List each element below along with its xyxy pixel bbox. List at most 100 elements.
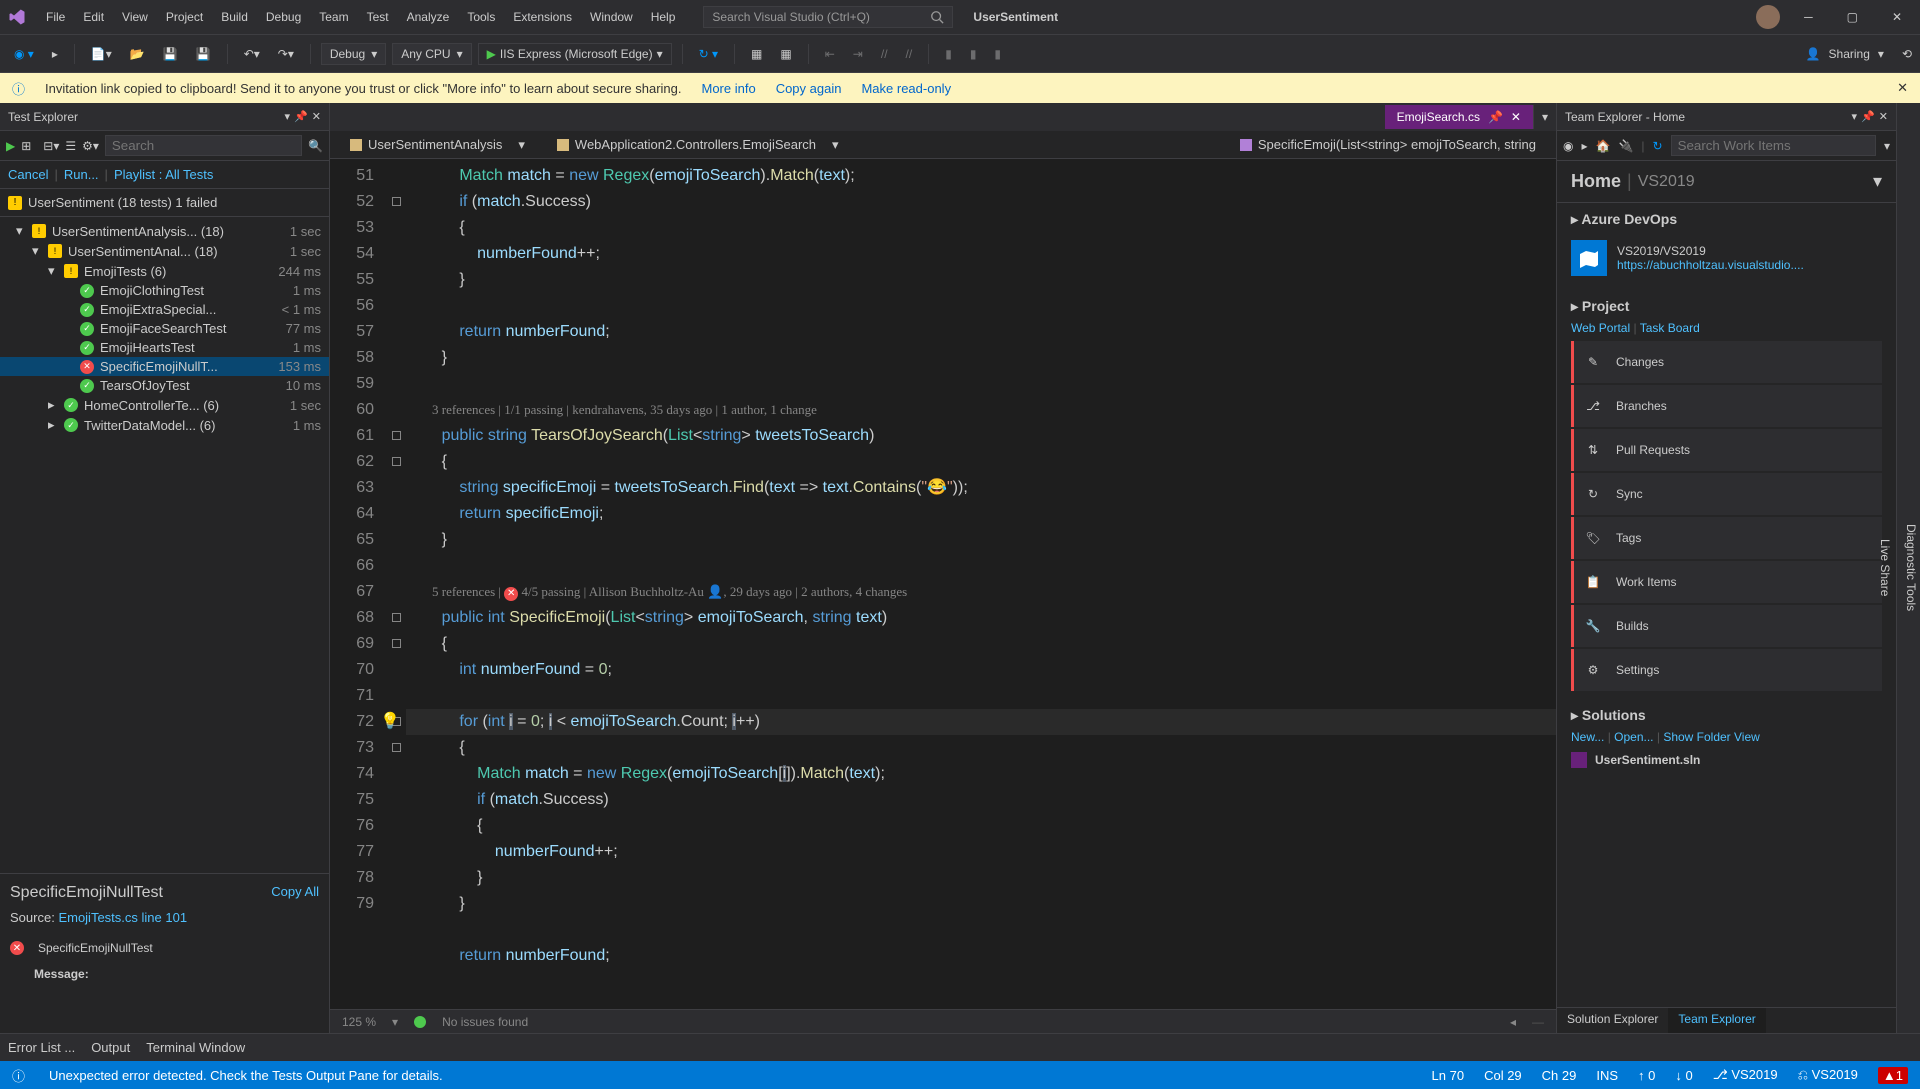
infobar-close-icon[interactable]: ✕ <box>1897 80 1908 96</box>
quick-search[interactable]: Search Visual Studio (Ctrl+Q) <box>703 6 953 28</box>
test-tree[interactable]: ▾!UserSentimentAnalysis... (18)1 sec▾!Us… <box>0 217 329 873</box>
test-row[interactable]: ▸✓HomeControllerTe... (6)1 sec <box>0 395 329 415</box>
indent-in-icon[interactable]: ⇥ <box>847 43 869 65</box>
te-tile-pull-requests[interactable]: ⇅Pull Requests <box>1571 429 1882 471</box>
status-ch[interactable]: Ch 29 <box>1542 1068 1577 1083</box>
maximize-button[interactable]: ▢ <box>1837 6 1868 28</box>
te-tile-settings[interactable]: ⚙Settings <box>1571 649 1882 691</box>
bookmark-icon[interactable]: ▮ <box>939 43 958 65</box>
status-branch[interactable]: ⎌ VS2019 <box>1798 1067 1858 1083</box>
source-link[interactable]: EmojiTests.cs line 101 <box>58 910 187 925</box>
te-refresh-icon[interactable]: ↻ <box>1653 139 1663 153</box>
uncomment-icon[interactable]: // <box>900 43 919 65</box>
zoom-level[interactable]: 125 % <box>342 1015 376 1029</box>
panel-close-icon[interactable]: ✕ <box>312 110 321 123</box>
terminal-tab[interactable]: Terminal Window <box>146 1040 245 1055</box>
panel-dropdown-icon[interactable]: ▾ <box>285 110 291 123</box>
test-row[interactable]: ✓EmojiClothingTest1 ms <box>0 281 329 300</box>
crumb-class[interactable]: WebApplication2.Controllers.EmojiSearch <box>549 135 824 154</box>
te-page-title[interactable]: Home | VS2019 ▾ <box>1557 161 1896 203</box>
test-row[interactable]: ✓EmojiHeartsTest1 ms <box>0 338 329 357</box>
sort-icon[interactable]: ☰ <box>65 139 76 153</box>
tool-icon-2[interactable]: ▦ <box>774 43 797 65</box>
web-portal-link[interactable]: Web Portal <box>1571 321 1630 335</box>
menu-view[interactable]: View <box>114 4 156 30</box>
te-tile-work-items[interactable]: 📋Work Items <box>1571 561 1882 603</box>
test-row[interactable]: ▸✓TwitterDataModel... (6)1 ms <box>0 415 329 435</box>
te-pin-icon[interactable]: 📌 <box>1861 110 1875 123</box>
solution-item[interactable]: UserSentiment.sln <box>1571 752 1882 768</box>
status-push[interactable]: ↑ 0 <box>1638 1068 1655 1083</box>
te-connect-icon[interactable]: 🔌 <box>1618 139 1633 153</box>
test-row[interactable]: ✕SpecificEmojiNullT...153 ms <box>0 357 329 376</box>
solutions-header[interactable]: ▸ Solutions <box>1571 707 1882 724</box>
te-tile-branches[interactable]: ⎇Branches <box>1571 385 1882 427</box>
comment-icon[interactable]: // <box>875 43 894 65</box>
menu-file[interactable]: File <box>38 4 73 30</box>
bookmark-prev-icon[interactable]: ▮ <box>964 43 983 65</box>
more-info-link[interactable]: More info <box>701 81 755 96</box>
run-all-icon[interactable]: ▶ <box>6 139 15 153</box>
te-tile-sync[interactable]: ↻Sync <box>1571 473 1882 515</box>
sharing-button[interactable]: Sharing <box>1829 47 1870 61</box>
te-fwd-icon[interactable]: ▸ <box>1581 139 1587 153</box>
bookmark-next-icon[interactable]: ▮ <box>988 43 1007 65</box>
indent-out-icon[interactable]: ⇤ <box>819 43 841 65</box>
te-back-icon[interactable]: ◉ <box>1563 139 1573 153</box>
crumb-project[interactable]: UserSentimentAnalysis <box>342 135 510 154</box>
status-col[interactable]: Col 29 <box>1484 1068 1522 1083</box>
org-url-link[interactable]: https://abuchholtzau.visualstudio.... <box>1617 258 1804 272</box>
run-icon[interactable]: ⊞ <box>21 139 31 153</box>
open-icon[interactable]: 📂 <box>124 43 151 65</box>
te-tile-changes[interactable]: ✎Changes <box>1571 341 1882 383</box>
te-org[interactable]: VS2019/VS2019 https://abuchholtzau.visua… <box>1571 234 1882 282</box>
make-readonly-link[interactable]: Make read-only <box>861 81 951 96</box>
save-icon[interactable]: 💾 <box>157 43 184 65</box>
search-go-icon[interactable]: 🔍 <box>308 139 323 153</box>
azure-header[interactable]: ▸ Azure DevOps <box>1571 211 1882 228</box>
notification-badge[interactable]: ▲1 <box>1878 1067 1908 1084</box>
undo-icon[interactable]: ↶▾ <box>238 43 266 65</box>
sharing-icon[interactable]: 👤 <box>1806 47 1821 61</box>
task-board-link[interactable]: Task Board <box>1640 321 1700 335</box>
tab-emojisearch[interactable]: EmojiSearch.cs 📌 ✕ <box>1385 105 1534 129</box>
new-item-icon[interactable]: 📄▾ <box>85 43 118 65</box>
tab-solution-explorer[interactable]: Solution Explorer <box>1557 1008 1668 1033</box>
nav-fwd-icon[interactable]: ▸ <box>46 43 64 65</box>
status-repo[interactable]: ⎇ VS2019 <box>1713 1067 1778 1083</box>
menu-test[interactable]: Test <box>359 4 397 30</box>
diagnostic-tools-tab[interactable]: Diagnostic Tools <box>1904 111 1918 1025</box>
tool-icon-1[interactable]: ▦ <box>745 43 768 65</box>
status-ln[interactable]: Ln 70 <box>1432 1068 1465 1083</box>
folder-view-link[interactable]: Show Folder View <box>1663 730 1760 744</box>
tab-overflow-icon[interactable]: ▾ <box>1534 110 1556 124</box>
menu-window[interactable]: Window <box>582 4 641 30</box>
te-search-input[interactable] <box>1671 135 1876 156</box>
crumb-method[interactable]: SpecificEmoji(List<string> emojiToSearch… <box>1232 135 1544 154</box>
test-row[interactable]: ✓EmojiExtraSpecial...< 1 ms <box>0 300 329 319</box>
output-tab[interactable]: Output <box>91 1040 130 1055</box>
menu-extensions[interactable]: Extensions <box>505 4 580 30</box>
test-row[interactable]: ✓EmojiFaceSearchTest77 ms <box>0 319 329 338</box>
menu-team[interactable]: Team <box>311 4 356 30</box>
menu-build[interactable]: Build <box>213 4 256 30</box>
nav-back-icon[interactable]: ◉ ▾ <box>8 43 40 65</box>
open-sln-link[interactable]: Open... <box>1614 730 1653 744</box>
test-search-input[interactable] <box>105 135 302 156</box>
menu-tools[interactable]: Tools <box>459 4 503 30</box>
liveshare-icon[interactable]: ⟲ <box>1902 47 1912 61</box>
platform-dropdown[interactable]: Any CPU▾ <box>392 43 471 65</box>
error-list-tab[interactable]: Error List ... <box>8 1040 75 1055</box>
status-ins[interactable]: INS <box>1596 1068 1618 1083</box>
group-icon[interactable]: ⊟▾ <box>43 139 59 153</box>
menu-analyze[interactable]: Analyze <box>399 4 458 30</box>
run-dropdown[interactable]: Run... <box>64 167 99 182</box>
run-button[interactable]: ▶IIS Express (Microsoft Edge)▾ <box>478 43 672 65</box>
menu-project[interactable]: Project <box>158 4 211 30</box>
tab-pin-icon[interactable]: 📌 <box>1488 110 1503 124</box>
menu-edit[interactable]: Edit <box>75 4 112 30</box>
menu-help[interactable]: Help <box>643 4 684 30</box>
test-row[interactable]: ▾!UserSentimentAnalysis... (18)1 sec <box>0 221 329 241</box>
new-sln-link[interactable]: New... <box>1571 730 1604 744</box>
close-button[interactable]: ✕ <box>1882 6 1912 28</box>
